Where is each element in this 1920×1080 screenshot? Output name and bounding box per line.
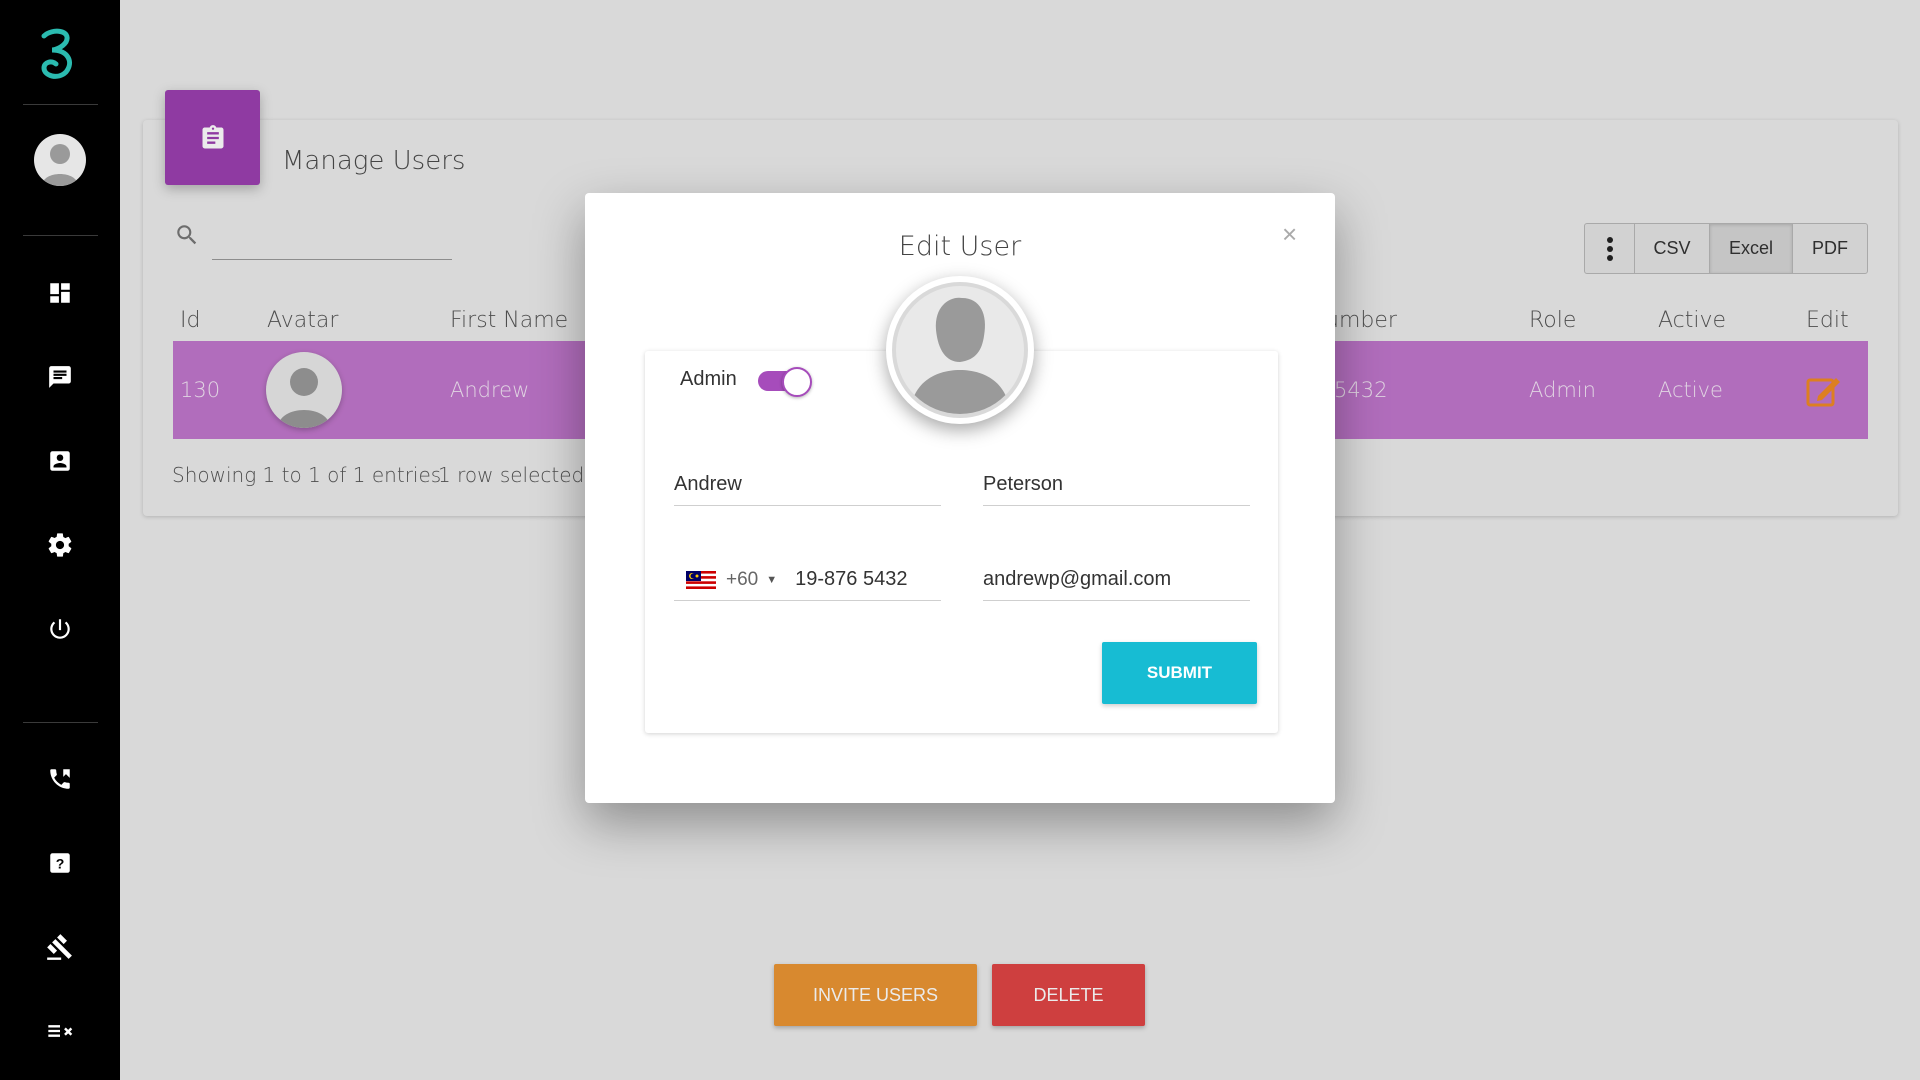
gavel-icon[interactable] xyxy=(45,932,75,962)
first-name-input[interactable] xyxy=(674,473,941,496)
contact-card-icon[interactable] xyxy=(45,446,75,476)
app-logo-icon[interactable] xyxy=(38,28,78,82)
email-input[interactable] xyxy=(983,568,1250,591)
dial-code[interactable]: +60 xyxy=(726,569,758,591)
sidebar-avatar[interactable] xyxy=(34,134,86,186)
sidebar-divider xyxy=(23,104,98,105)
modal-title: Edit User xyxy=(898,231,1022,262)
email-field[interactable] xyxy=(983,559,1250,601)
toggle-knob xyxy=(782,367,812,397)
last-name-field[interactable] xyxy=(983,464,1250,506)
phone-field[interactable]: +60 ▼ xyxy=(674,559,941,601)
last-name-input[interactable] xyxy=(983,473,1250,496)
chevron-down-icon[interactable]: ▼ xyxy=(766,574,777,586)
svg-text:?: ? xyxy=(56,855,65,871)
sidebar-divider xyxy=(23,722,98,723)
admin-toggle[interactable] xyxy=(758,367,812,397)
chat-icon[interactable] xyxy=(45,362,75,392)
help-icon[interactable]: ? xyxy=(45,848,75,878)
edit-user-modal: Edit User × Admin Andrew Peterson +60 ▼ … xyxy=(585,193,1335,803)
avatar-image xyxy=(892,282,1028,418)
sidebar: ? xyxy=(0,0,120,1080)
submit-button[interactable]: SUBMIT xyxy=(1102,642,1257,704)
dashboard-icon[interactable] xyxy=(45,278,75,308)
first-name-field[interactable] xyxy=(674,464,941,506)
user-avatar[interactable] xyxy=(886,276,1034,424)
power-icon[interactable] xyxy=(45,614,75,644)
close-icon[interactable]: × xyxy=(1282,219,1297,250)
phone-icon[interactable] xyxy=(45,764,75,794)
admin-label: Admin xyxy=(680,368,737,390)
checklist-icon[interactable] xyxy=(45,1016,75,1046)
phone-input[interactable] xyxy=(795,568,936,591)
sidebar-divider xyxy=(23,235,98,236)
gear-icon[interactable] xyxy=(45,530,75,560)
malaysia-flag-icon[interactable] xyxy=(686,570,716,589)
